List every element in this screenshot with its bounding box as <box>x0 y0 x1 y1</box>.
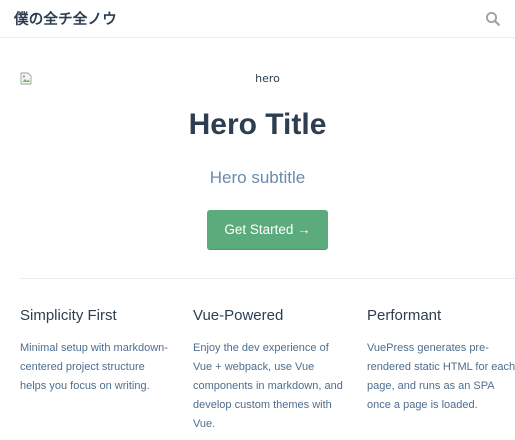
features: Simplicity First Minimal setup with mark… <box>0 279 515 440</box>
hero-section: hero Hero Title Hero subtitle Get Starte… <box>0 38 515 278</box>
navbar: 僕の全チ全ノウ <box>0 0 515 38</box>
feature-title: Vue-Powered <box>193 307 284 324</box>
feature-details: Minimal setup with markdown-centered pro… <box>20 342 168 392</box>
feature-title: Performant <box>367 307 442 324</box>
feature-details: Enjoy the dev experience of Vue + webpac… <box>193 342 343 430</box>
feature-title: Simplicity First <box>20 307 117 324</box>
hero-image: hero <box>20 71 515 87</box>
feature-details: VuePress generates pre-rendered static H… <box>367 342 515 411</box>
hero-subtitle: Hero subtitle <box>209 168 306 187</box>
site-name[interactable]: 僕の全チ全ノウ <box>14 8 117 29</box>
hero-title: Hero Title <box>188 108 327 141</box>
search-icon[interactable] <box>484 10 502 28</box>
hero-image-alt: hero <box>255 72 280 85</box>
get-started-button[interactable]: Get Started → <box>207 210 328 250</box>
